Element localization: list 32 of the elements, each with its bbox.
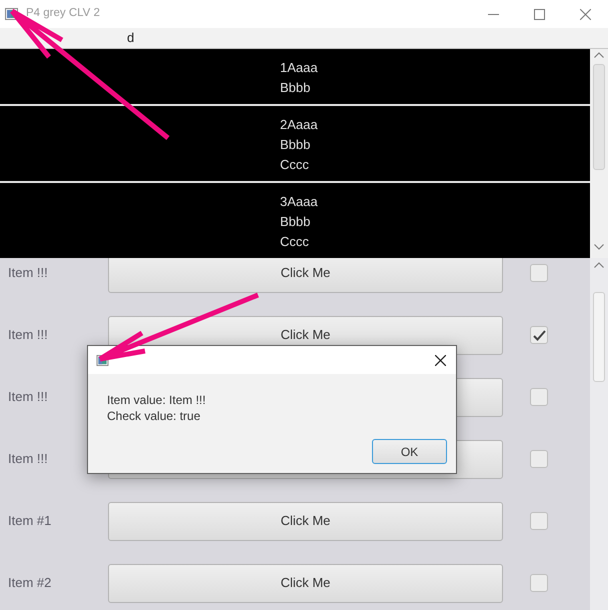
checkbox[interactable] <box>530 450 548 468</box>
click-button[interactable]: Click Me <box>108 564 503 602</box>
check-icon <box>532 330 546 340</box>
item-label: Item !!! <box>8 265 48 280</box>
ok-button[interactable]: OK <box>372 439 447 464</box>
item-label: Item !!! <box>8 451 48 466</box>
checkbox[interactable] <box>530 264 548 282</box>
chevron-up-icon[interactable] <box>594 262 604 268</box>
item-label: Item #2 <box>8 575 52 590</box>
chevron-down-icon[interactable] <box>594 244 604 250</box>
checkbox[interactable] <box>530 512 548 530</box>
scrollbar[interactable] <box>590 49 608 258</box>
cell-text: 1Aaaa Bbbb <box>280 59 318 97</box>
maximize-icon[interactable] <box>534 8 544 20</box>
window-title: P4 grey CLV 2 <box>26 6 100 22</box>
cell-text: 3Aaaa Bbbb Cccc <box>280 193 318 251</box>
item-label: Item #1 <box>8 513 52 528</box>
click-button[interactable]: Click Me <box>108 502 503 540</box>
scrollbar-thumb[interactable] <box>593 64 605 170</box>
chevron-up-icon[interactable] <box>594 52 604 58</box>
checkbox[interactable] <box>530 388 548 406</box>
close-icon[interactable] <box>435 354 446 366</box>
cell-text: 2Aaaa Bbbb Cccc <box>280 116 318 174</box>
checkbox[interactable] <box>530 574 548 592</box>
scrollbar[interactable] <box>590 258 608 610</box>
header-label: d <box>127 30 134 46</box>
item-label: Item !!! <box>8 327 48 342</box>
scrollbar-thumb[interactable] <box>593 292 605 382</box>
checkbox[interactable] <box>530 326 548 344</box>
click-button[interactable]: Click Me <box>108 258 503 292</box>
item-label: Item !!! <box>8 389 48 404</box>
dialog-message: Item value: Item !!! Check value: true <box>107 392 206 424</box>
